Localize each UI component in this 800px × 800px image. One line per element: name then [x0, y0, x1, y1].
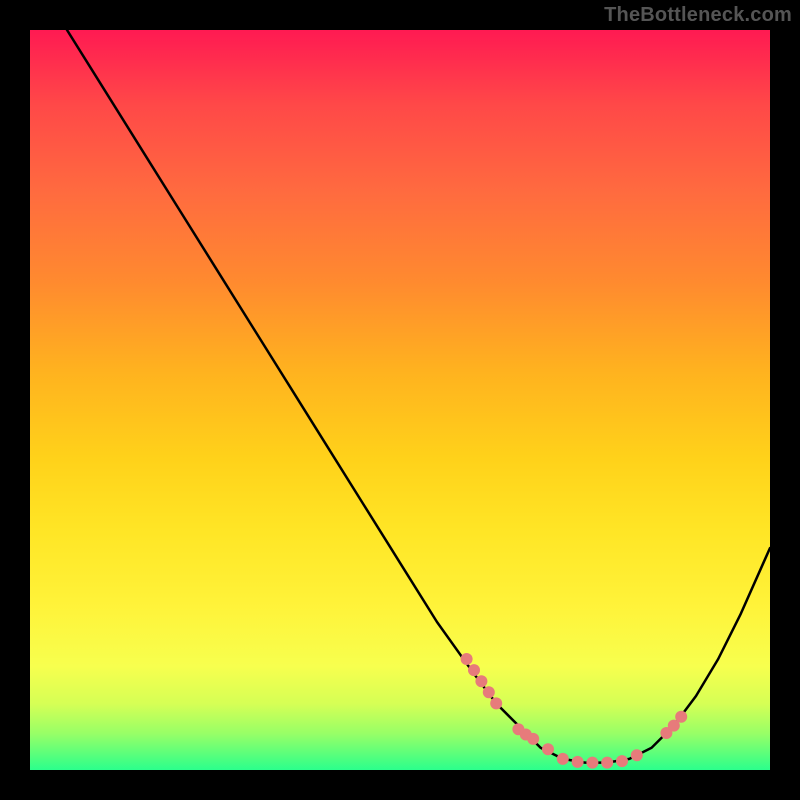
- marker-point: [527, 733, 539, 745]
- marker-point: [542, 743, 554, 755]
- marker-point: [586, 757, 598, 769]
- marker-point: [475, 675, 487, 687]
- marker-point: [557, 753, 569, 765]
- marker-point: [490, 697, 502, 709]
- markers-group: [461, 653, 688, 769]
- marker-point: [616, 755, 628, 767]
- marker-point: [483, 686, 495, 698]
- marker-point: [468, 664, 480, 676]
- chart-svg: [30, 30, 770, 770]
- watermark-text: TheBottleneck.com: [604, 4, 792, 27]
- chart-root: TheBottleneck.com: [0, 0, 800, 800]
- bottleneck-curve: [67, 30, 770, 763]
- plot-area: [30, 30, 770, 770]
- marker-point: [601, 757, 613, 769]
- marker-point: [631, 749, 643, 761]
- marker-point: [675, 711, 687, 723]
- marker-point: [461, 653, 473, 665]
- marker-point: [572, 756, 584, 768]
